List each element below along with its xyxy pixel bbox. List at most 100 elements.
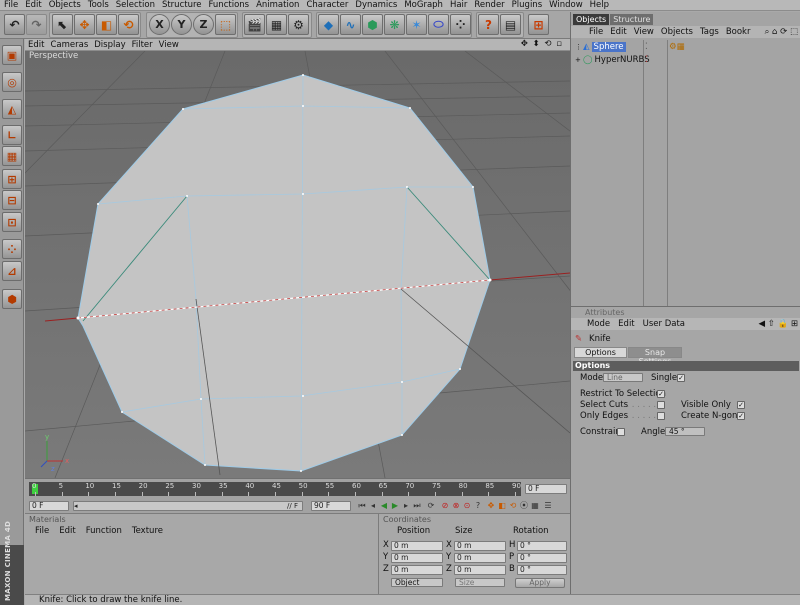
key-help-icon[interactable]: ? — [473, 501, 483, 511]
attributes-menu-user-data[interactable]: User Data — [643, 319, 693, 329]
rotation-key-icon[interactable]: ⟲ — [508, 501, 518, 511]
menu-functions[interactable]: Functions — [205, 0, 253, 11]
objects-menu-bookr[interactable]: Bookr — [726, 27, 758, 37]
x-axis-lock-button[interactable]: X — [149, 14, 170, 35]
position-z-field[interactable]: 0 m — [391, 565, 443, 575]
y-axis-lock-button[interactable]: Y — [171, 14, 192, 35]
single-checkbox[interactable]: ✓ — [677, 374, 685, 382]
objects-nav-icons[interactable]: ⌕ ⌂ ⟳ ⬚ — [765, 27, 798, 37]
visibility-dots-sphere[interactable]: ⁚ — [645, 42, 648, 52]
record-icon[interactable]: ⊘ — [440, 501, 450, 511]
menu-edit[interactable]: Edit — [21, 0, 44, 11]
texture-axis-icon[interactable]: ⊞ — [2, 169, 22, 189]
layout-icon[interactable]: ⊞ — [528, 14, 549, 35]
animation-mode-icon[interactable]: ⊿ — [2, 261, 22, 281]
rotation-h-field[interactable]: 0 ° — [517, 541, 567, 551]
live-selection-icon[interactable]: ⬉ — [52, 14, 73, 35]
objects-menu-view[interactable]: View — [634, 27, 661, 37]
menu-plugins[interactable]: Plugins — [508, 0, 545, 11]
use-edges-tool-icon[interactable]: ∟ — [2, 125, 22, 145]
nurbs-icon[interactable]: ⬢ — [362, 14, 383, 35]
scene-icon[interactable]: ⬭ — [428, 14, 449, 35]
restrict-to-selection-checkbox[interactable]: ✓ — [657, 390, 665, 398]
workplane-icon[interactable]: ⊡ — [2, 212, 22, 232]
render-view-icon[interactable]: 🎬 — [244, 14, 265, 35]
visibility-dots-hypernurbs[interactable]: ⁚ — [645, 55, 648, 65]
viewport-menu-view[interactable]: View — [156, 40, 182, 50]
menu-tools[interactable]: Tools — [84, 0, 112, 11]
tab-structure[interactable]: Structure — [610, 14, 654, 25]
menu-render[interactable]: Render — [470, 0, 507, 11]
objects-menu-objects[interactable]: Objects — [661, 27, 700, 37]
rotation-b-field[interactable]: 0 ° — [517, 565, 567, 575]
menu-structure[interactable]: Structure — [158, 0, 205, 11]
use-polygons-tool-icon[interactable]: ▦ — [2, 146, 22, 166]
materials-menu-edit[interactable]: Edit — [59, 526, 85, 536]
menu-file[interactable]: File — [0, 0, 21, 11]
particles-icon[interactable]: ⁘ — [450, 14, 471, 35]
object-row-sphere[interactable]: ⋮ ◭ Sphere ⁚ ⚙▦ — [575, 41, 685, 53]
sphere-tags[interactable]: ⚙▦ — [669, 42, 685, 52]
viewport-nav-icons[interactable]: ✥ ⬍ ⟲ ▫ — [518, 39, 566, 49]
viewport-menu-cameras[interactable]: Cameras — [47, 40, 91, 50]
next-key-icon[interactable]: ▸ — [401, 501, 411, 511]
size-mode-select[interactable]: Size — [455, 578, 505, 587]
menu-window[interactable]: Window — [545, 0, 586, 11]
start-frame-field[interactable]: 0 F — [29, 501, 69, 511]
attributes-nav-icons[interactable]: ◀ ⇧ 🔒 ⊞ — [759, 319, 798, 329]
rotate-icon[interactable]: ⟲ — [118, 14, 139, 35]
play-icon[interactable]: ▶ — [390, 501, 400, 511]
create-ngons-checkbox[interactable]: ✓ — [737, 412, 745, 420]
scale-key-icon[interactable]: ◧ — [497, 501, 507, 511]
viewport-menu-filter[interactable]: Filter — [129, 40, 156, 50]
autokey-icon[interactable]: ⊗ — [451, 501, 461, 511]
expand-icon[interactable]: + — [575, 56, 583, 64]
menu-help[interactable]: Help — [586, 0, 612, 11]
cube-icon[interactable]: ◆ — [318, 14, 339, 35]
spline-icon[interactable]: ∿ — [340, 14, 361, 35]
object-row-hypernurbs[interactable]: + ◯ HyperNURBS ⁚ — [575, 54, 650, 66]
rotation-p-field[interactable]: 0 ° — [517, 553, 567, 563]
snap-icon[interactable]: ⁘ — [2, 239, 22, 259]
position-x-field[interactable]: 0 m — [391, 541, 443, 551]
coordinate-system-icon[interactable]: ⬚ — [215, 14, 236, 35]
objects-menu-tags[interactable]: Tags — [700, 27, 726, 37]
camera-icon[interactable]: ▤ — [500, 14, 521, 35]
visible-only-checkbox[interactable]: ✓ — [737, 401, 745, 409]
texture-tool-icon[interactable]: ⊟ — [2, 190, 22, 210]
menu-animation[interactable]: Animation — [252, 0, 302, 11]
objects-menu-edit[interactable]: Edit — [610, 27, 633, 37]
deformer-icon[interactable]: ✶ — [406, 14, 427, 35]
pla-key-icon[interactable]: ▦ — [530, 501, 540, 511]
materials-menu-function[interactable]: Function — [86, 526, 132, 536]
viewport-menu-edit[interactable]: Edit — [25, 40, 47, 50]
sculpt-icon[interactable]: ⬢ — [2, 289, 22, 309]
light-icon[interactable]: ? — [478, 14, 499, 35]
redo-icon[interactable]: ↷ — [26, 14, 47, 35]
tab-objects[interactable]: Objects — [573, 14, 610, 25]
size-z-field[interactable]: 0 m — [454, 565, 506, 575]
viewport-canvas[interactable]: y x z — [25, 51, 570, 478]
scale-icon[interactable]: ◧ — [96, 14, 117, 35]
undo-icon[interactable]: ↶ — [4, 14, 25, 35]
only-edges-checkbox[interactable] — [657, 412, 665, 420]
size-x-field[interactable]: 0 m — [454, 541, 506, 551]
tab-snap-settings[interactable]: Snap Settings — [628, 347, 682, 366]
move-icon[interactable]: ✥ — [74, 14, 95, 35]
end-frame-field[interactable]: 90 F — [311, 501, 351, 511]
objects-menu-file[interactable]: File — [589, 27, 610, 37]
select-cuts-checkbox[interactable] — [657, 401, 665, 409]
use-model-tool-icon[interactable]: ▣ — [2, 45, 22, 65]
coordinate-mode-select[interactable]: Object — [391, 578, 443, 587]
viewport-perspective[interactable]: y x z Perspective — [25, 51, 570, 478]
constrain-checkbox[interactable] — [617, 428, 625, 436]
current-frame-field[interactable]: 0 F — [525, 484, 567, 494]
render-settings-icon[interactable]: ⚙ — [288, 14, 309, 35]
menu-mograph[interactable]: MoGraph — [400, 0, 446, 11]
position-y-field[interactable]: 0 m — [391, 553, 443, 563]
loop-icon[interactable]: ⟳ — [426, 501, 436, 511]
parameter-key-icon[interactable]: ⦿ — [519, 501, 529, 511]
menu-objects[interactable]: Objects — [45, 0, 84, 11]
go-to-end-icon[interactable]: ⏭ — [412, 501, 422, 511]
keyframe-selection-icon[interactable]: ⊙ — [462, 501, 472, 511]
